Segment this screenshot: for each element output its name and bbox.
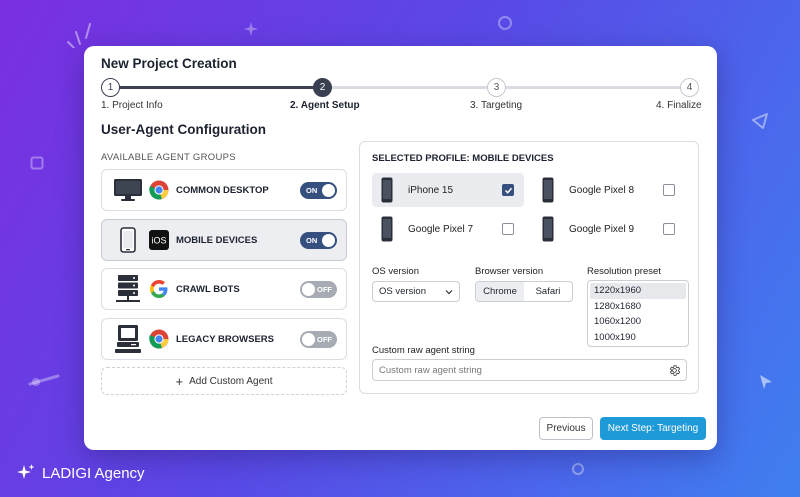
smartphone-icon [110, 226, 146, 254]
toggle-state-label: ON [306, 235, 318, 245]
step-4-circle[interactable]: 4 [680, 78, 699, 97]
next-step-button[interactable]: Next Step: Targeting [600, 417, 706, 440]
toggle-knob [322, 183, 335, 197]
agent-group-mobile-devices[interactable]: iOS MOBILE DEVICES ON [101, 219, 347, 261]
step-1-label: 1. Project Info [101, 100, 163, 111]
retro-computer-icon [110, 325, 146, 353]
decorative-star-icon [244, 22, 258, 36]
chevron-down-icon [445, 289, 453, 294]
decorative-square-icon [30, 156, 44, 170]
mobile-devices-toggle[interactable]: ON [300, 231, 337, 249]
step-3-label: 3. Targeting [470, 100, 523, 111]
raw-agent-string-label: Custom raw agent string [372, 345, 475, 356]
add-custom-agent-label: Add Custom Agent [189, 375, 273, 387]
agent-group-legacy-browsers[interactable]: LEGACY BROWSERS OFF [101, 318, 347, 360]
smartphone-icon [542, 216, 554, 242]
resolution-preset-list[interactable]: 1220x1960 1280x1680 1060x1200 1000x190 [587, 280, 689, 347]
browser-option-chrome[interactable]: Chrome [476, 282, 524, 301]
plus-icon: + [175, 373, 184, 389]
brand-name: LADIGI Agency [42, 464, 145, 482]
browser-version-toggle: Chrome Safari [475, 281, 573, 302]
device-google-pixel-9[interactable]: Google Pixel 9 [533, 212, 685, 246]
brand-logo: LADIGI Agency [16, 463, 145, 483]
device-google-pixel-8[interactable]: Google Pixel 8 [533, 173, 685, 207]
browser-option-safari[interactable]: Safari [524, 282, 572, 301]
legacy-browsers-toggle[interactable]: OFF [300, 330, 337, 348]
resolution-option[interactable]: 1280x1680 [590, 299, 686, 315]
step-2-label: 2. Agent Setup [290, 100, 360, 111]
os-version-value: OS version [379, 286, 426, 297]
page-title: New Project Creation [101, 56, 237, 71]
agent-group-crawl-bots[interactable]: CRAWL BOTS OFF [101, 268, 347, 310]
agent-group-name: CRAWL BOTS [176, 283, 240, 295]
server-network-icon [110, 275, 146, 303]
chrome-icon [148, 179, 170, 201]
decorative-pen-icon [28, 374, 60, 386]
smartphone-icon [381, 216, 393, 242]
agent-groups-heading: AVAILABLE AGENT GROUPS [101, 152, 236, 163]
device-name: Google Pixel 7 [408, 223, 474, 235]
toggle-knob [302, 332, 315, 346]
desktop-monitor-icon [110, 176, 146, 204]
decorative-circle-icon [498, 16, 512, 30]
svg-text:iOS: iOS [151, 236, 166, 246]
resolution-option[interactable]: 1220x1960 [590, 283, 686, 299]
toggle-state-label: OFF [317, 284, 332, 294]
google-pixel-8-checkbox[interactable] [663, 184, 675, 196]
device-google-pixel-7[interactable]: Google Pixel 7 [372, 212, 524, 246]
project-creation-card: New Project Creation 1 2 3 4 1. Project … [84, 46, 717, 450]
os-version-label: OS version [372, 266, 419, 277]
raw-agent-string-input[interactable]: Custom raw agent string [372, 359, 687, 381]
check-icon [504, 187, 512, 194]
resolution-preset-label: Resolution preset [587, 266, 661, 277]
iphone-15-checkbox[interactable] [502, 184, 514, 196]
resolution-option[interactable]: 1000x190 [590, 330, 686, 346]
smartphone-icon [542, 177, 554, 203]
gear-icon[interactable] [668, 364, 681, 377]
toggle-state-label: OFF [317, 334, 332, 344]
decorative-triangle-icon [752, 113, 768, 129]
google-pixel-9-checkbox[interactable] [663, 223, 675, 235]
common-desktop-toggle[interactable]: ON [300, 181, 337, 199]
selected-profile-panel: SELECTED PROFILE: MOBILE DEVICES iPhone … [359, 141, 699, 394]
stepper-progress-line [111, 86, 322, 89]
device-name: Google Pixel 9 [569, 223, 635, 235]
step-3-circle[interactable]: 3 [487, 78, 506, 97]
device-iphone-15[interactable]: iPhone 15 [372, 173, 524, 207]
agent-group-common-desktop[interactable]: COMMON DESKTOP ON [101, 169, 347, 211]
toggle-knob [302, 282, 315, 296]
section-title: User-Agent Configuration [101, 122, 266, 137]
google-pixel-7-checkbox[interactable] [502, 223, 514, 235]
profile-title: SELECTED PROFILE: MOBILE DEVICES [372, 153, 554, 164]
ios-icon: iOS [148, 229, 170, 251]
crawl-bots-toggle[interactable]: OFF [300, 280, 337, 298]
decorative-sparkle-icon [67, 23, 91, 48]
smartphone-icon [381, 177, 393, 203]
step-2-circle[interactable]: 2 [313, 78, 332, 97]
sparkle-logo-icon [17, 464, 35, 479]
previous-button[interactable]: Previous [539, 417, 593, 440]
agent-group-name: COMMON DESKTOP [176, 184, 269, 196]
os-version-select[interactable]: OS version [372, 281, 460, 302]
toggle-knob [322, 233, 335, 247]
browser-version-label: Browser version [475, 266, 544, 277]
add-custom-agent-button[interactable]: + Add Custom Agent [101, 367, 347, 395]
raw-agent-string-placeholder: Custom raw agent string [379, 364, 482, 376]
agent-group-name: MOBILE DEVICES [176, 234, 258, 246]
step-4-label: 4. Finalize [656, 100, 702, 111]
stepper-remaining-line [322, 86, 692, 89]
decorative-circle-icon [572, 463, 584, 475]
google-icon [148, 278, 170, 300]
device-name: iPhone 15 [408, 184, 454, 196]
decorative-cursor-icon [760, 375, 772, 389]
chrome-icon [148, 328, 170, 350]
agent-group-name: LEGACY BROWSERS [176, 333, 275, 345]
device-name: Google Pixel 8 [569, 184, 635, 196]
step-1-circle[interactable]: 1 [101, 78, 120, 97]
toggle-state-label: ON [306, 185, 318, 195]
resolution-option[interactable]: 1060x1200 [590, 314, 686, 330]
